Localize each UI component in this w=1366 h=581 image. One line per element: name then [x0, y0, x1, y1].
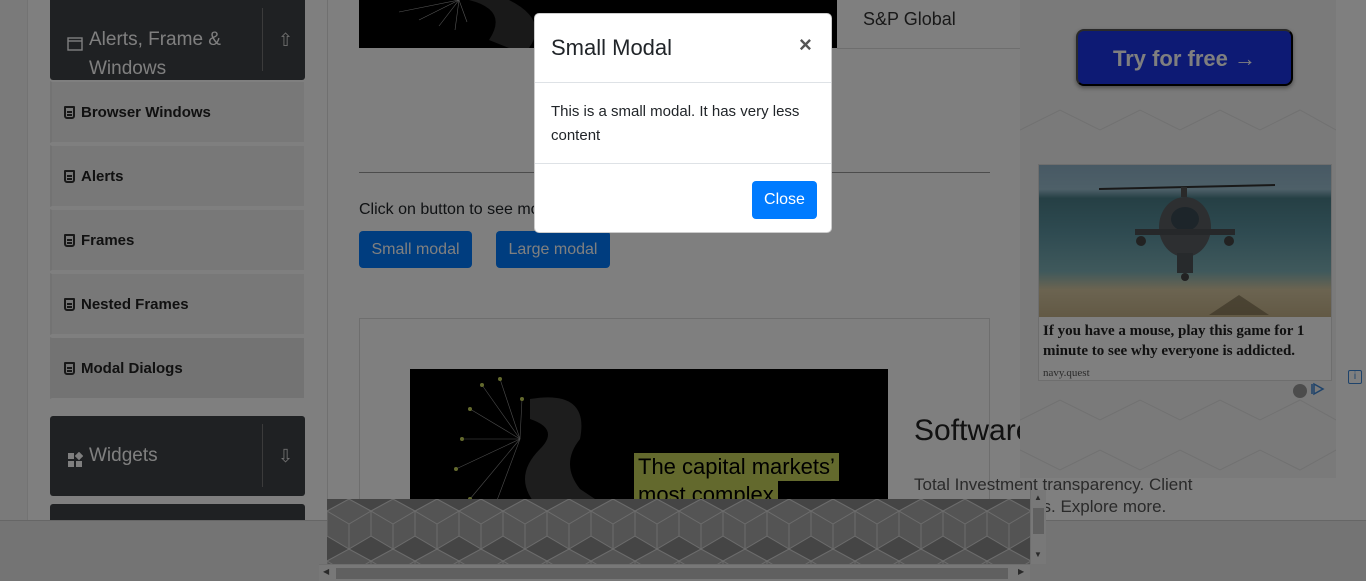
small-modal: Small Modal × This is a small modal. It … — [534, 13, 832, 233]
modal-footer: Close — [535, 163, 831, 233]
close-button[interactable]: Close — [752, 181, 817, 219]
modal-header: Small Modal × — [535, 14, 831, 83]
modal-title: Small Modal — [551, 35, 673, 60]
close-icon[interactable]: × — [799, 32, 812, 58]
modal-body: This is a small modal. It has very less … — [551, 103, 800, 144]
